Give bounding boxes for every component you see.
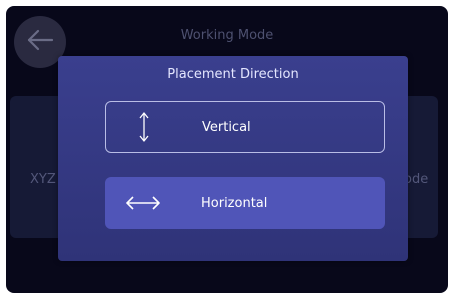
vertical-option[interactable]: Vertical [105,101,385,153]
vertical-option-label: Vertical [202,119,251,135]
horizontal-option-label: Horizontal [201,195,268,211]
screen: Working Mode XYZ ode Placement Direction… [0,0,454,305]
vertical-arrows-icon [132,102,156,152]
dialog-title: Placement Direction [167,67,299,82]
page-title: Working Mode [180,28,274,43]
placement-direction-dialog: Placement Direction Vertical Horizontal [58,56,408,261]
device-screen: Working Mode XYZ ode Placement Direction… [6,6,448,293]
horizontal-option[interactable]: Horizontal [105,177,385,229]
horizontal-arrows-icon [123,177,163,229]
mode-card-xyz-label: XYZ [30,172,56,187]
